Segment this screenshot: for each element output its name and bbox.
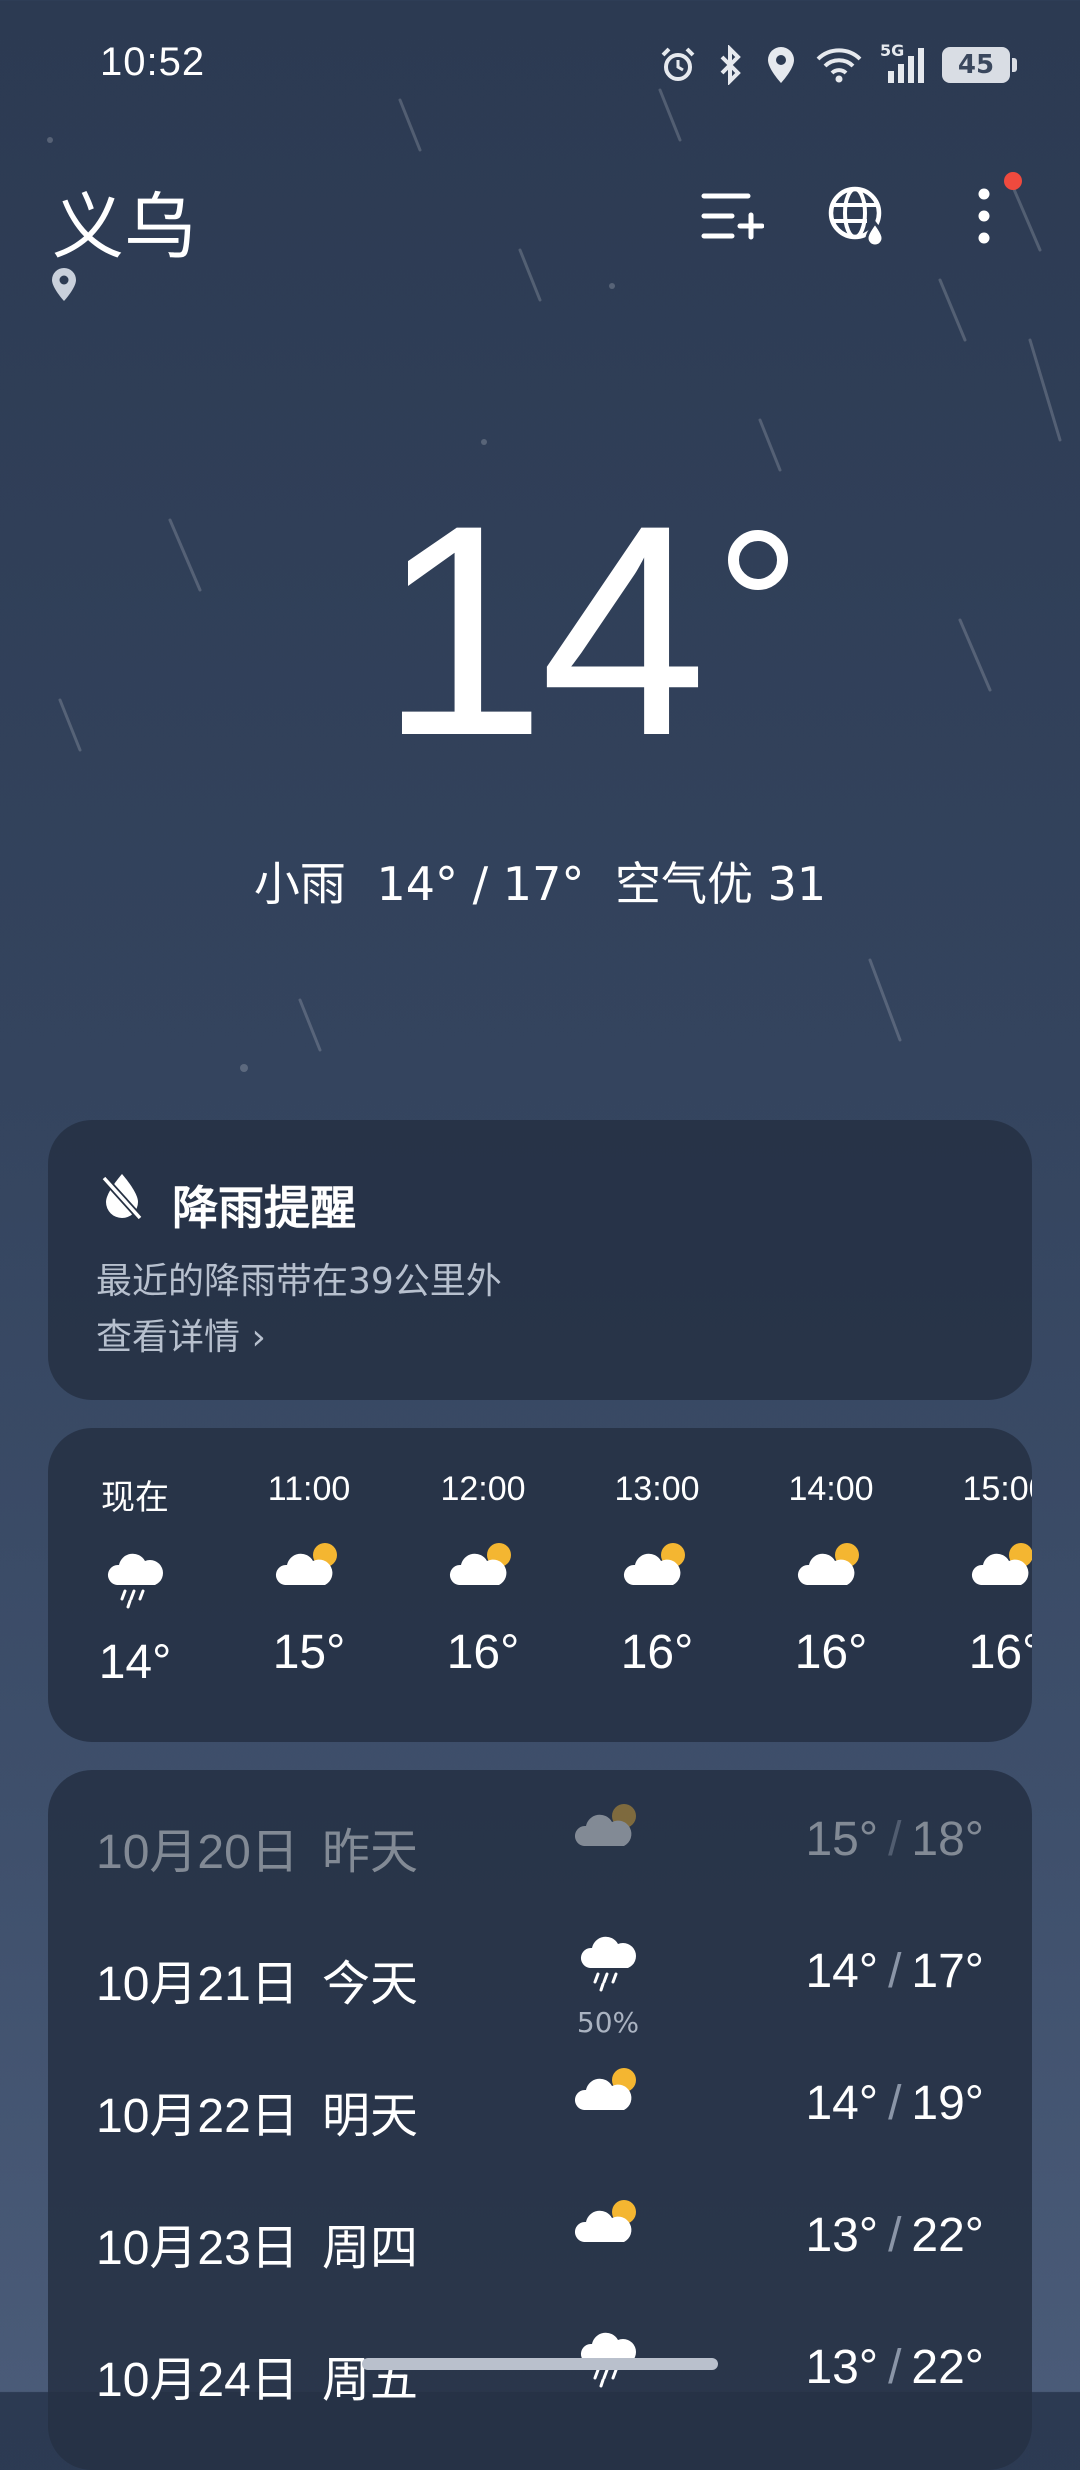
rain-alert-card[interactable]: 降雨提醒 最近的降雨带在39公里外 查看详情 › bbox=[48, 1120, 1032, 1400]
partly-cloudy-icon bbox=[558, 2194, 658, 2264]
daily-row[interactable]: 10月21日 今天 50% 14°/17° bbox=[48, 1902, 1032, 2039]
city-name[interactable]: 义乌 bbox=[52, 168, 196, 273]
hourly-item: 现在 14° bbox=[48, 1470, 222, 1690]
hourly-time: 13:00 bbox=[614, 1470, 700, 1508]
hourly-item: 15:00 16° bbox=[918, 1470, 1032, 1680]
add-city-icon bbox=[701, 193, 764, 240]
status-time: 10:52 bbox=[100, 40, 206, 84]
signal-bars-icon bbox=[888, 48, 924, 83]
rain-alert-title: 降雨提醒 bbox=[172, 1181, 356, 1235]
hourly-time: 12:00 bbox=[440, 1470, 526, 1508]
daily-row[interactable]: 10月23日 周四 13°/22° bbox=[48, 2166, 1032, 2298]
hourly-time: 14:00 bbox=[788, 1470, 874, 1508]
daily-low: 15° bbox=[805, 1813, 879, 1866]
daily-date: 10月20日 bbox=[96, 1826, 299, 1879]
partly-cloudy-icon bbox=[918, 1537, 1032, 1603]
hourly-temp: 14° bbox=[98, 1636, 172, 1689]
daily-low-high: 13°/22° bbox=[805, 2341, 984, 2394]
daily-low: 13° bbox=[805, 2341, 879, 2394]
daily-high: 22° bbox=[911, 2209, 984, 2262]
daily-day-name: 昨天 bbox=[322, 1824, 419, 1880]
current-summary: 小雨 14° / 17° 空气优 31 bbox=[0, 848, 1080, 914]
current-high: 17° bbox=[502, 857, 585, 911]
partly-cloudy-icon bbox=[558, 1798, 658, 1868]
daily-high: 18° bbox=[911, 1813, 984, 1866]
daily-low: 13° bbox=[805, 2209, 879, 2262]
hourly-forecast[interactable]: 现在 14° 11:00 15° 12:00 16° 13:00 16° 14:00 16° 15:… bbox=[48, 1428, 1032, 1742]
more-vertical-icon bbox=[978, 188, 990, 244]
daily-day-name: 今天 bbox=[322, 1956, 419, 2012]
daily-high: 19° bbox=[911, 2077, 984, 2130]
partly-cloudy-icon bbox=[222, 1537, 396, 1603]
daily-low-high: 13°/22° bbox=[805, 2209, 984, 2262]
air-quality[interactable]: 空气优 31 bbox=[615, 857, 826, 911]
daily-high: 22° bbox=[911, 2341, 984, 2394]
daily-date: 10月23日 bbox=[96, 2222, 299, 2275]
current-temperature-value: 14 bbox=[379, 462, 707, 798]
location-icon bbox=[768, 47, 794, 83]
current-low-high: 14° / 17° bbox=[376, 857, 585, 911]
daily-high: 17° bbox=[911, 1945, 984, 1998]
battery-indicator: 45 bbox=[942, 47, 1017, 83]
hourly-time: 15:00 bbox=[962, 1470, 1032, 1508]
partly-cloudy-icon bbox=[396, 1537, 570, 1603]
status-bar: 10:52 5G 45 bbox=[0, 0, 1080, 132]
daily-date: 10月22日 bbox=[96, 2090, 299, 2143]
bluetooth-icon bbox=[720, 45, 741, 85]
notification-dot bbox=[1004, 172, 1022, 190]
daily-day-name: 明天 bbox=[322, 2088, 419, 2144]
hourly-temp: 16° bbox=[968, 1626, 1032, 1679]
more-menu-button[interactable] bbox=[948, 180, 1020, 252]
partly-cloudy-icon bbox=[570, 1537, 744, 1603]
partly-cloudy-icon bbox=[744, 1537, 918, 1603]
hourly-temp: 16° bbox=[446, 1626, 520, 1679]
degree-symbol bbox=[728, 530, 788, 590]
rain-alert-icon bbox=[101, 1174, 143, 1221]
daily-date: 10月21日 bbox=[96, 1958, 299, 2011]
alarm-icon bbox=[661, 47, 695, 81]
daily-day-name: 周五 bbox=[322, 2352, 419, 2408]
daily-day-name: 周四 bbox=[322, 2220, 419, 2276]
global-weather-button[interactable] bbox=[822, 180, 894, 252]
daily-low-high: 14°/17° bbox=[805, 1945, 984, 1998]
view-details-link[interactable]: 查看详情 › bbox=[96, 1308, 266, 1360]
daily-low-high: 14°/19° bbox=[805, 2077, 984, 2130]
location-pin-icon bbox=[52, 268, 76, 301]
hourly-temp: 15° bbox=[272, 1626, 346, 1679]
current-low: 14° bbox=[376, 857, 459, 911]
hourly-time: 11:00 bbox=[267, 1470, 351, 1508]
manage-cities-button[interactable] bbox=[696, 180, 768, 252]
daily-row[interactable]: 10月22日 明天 14°/19° bbox=[48, 2034, 1032, 2166]
status-icons: 5G 45 bbox=[658, 40, 1017, 90]
globe-icon bbox=[828, 186, 885, 247]
wifi-icon bbox=[816, 48, 862, 83]
rain-alert-description: 最近的降雨带在39公里外 bbox=[96, 1261, 502, 1302]
current-condition: 小雨 bbox=[253, 857, 346, 911]
hourly-item: 13:00 16° bbox=[570, 1470, 744, 1680]
current-temperature: 14 bbox=[0, 480, 1080, 780]
daily-low: 14° bbox=[805, 2077, 879, 2130]
daily-low: 14° bbox=[805, 1945, 879, 1998]
daily-low-high: 15°/18° bbox=[805, 1813, 984, 1866]
hourly-item: 12:00 16° bbox=[396, 1470, 570, 1680]
daily-date: 10月24日 bbox=[96, 2354, 299, 2407]
rain-cloud-icon bbox=[48, 1547, 222, 1613]
hourly-temp: 16° bbox=[620, 1626, 694, 1679]
hourly-item: 14:00 16° bbox=[744, 1470, 918, 1680]
partly-cloudy-icon bbox=[558, 2062, 658, 2132]
cellular-signal: 5G bbox=[880, 41, 926, 85]
home-indicator[interactable] bbox=[362, 2358, 718, 2370]
daily-row[interactable]: 10月20日 昨天 15°/18° bbox=[48, 1770, 1032, 1902]
hourly-item: 11:00 15° bbox=[222, 1470, 396, 1680]
hourly-temp: 16° bbox=[794, 1626, 868, 1679]
rain-cloud-icon bbox=[558, 1930, 658, 2000]
hourly-time: 现在 bbox=[101, 1479, 169, 1517]
